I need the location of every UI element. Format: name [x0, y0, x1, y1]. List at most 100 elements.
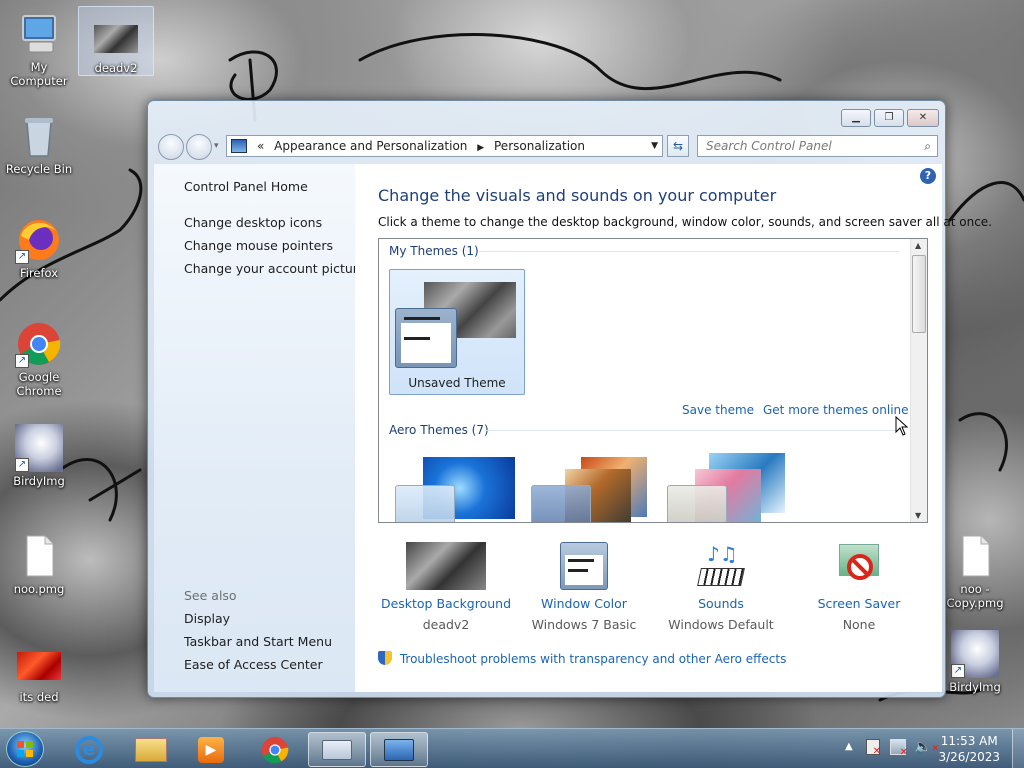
desktop-icon-chrome[interactable]: ↗ Google Chrome — [1, 316, 77, 402]
desktop-background-thumb — [406, 542, 486, 590]
page-title: Change the visuals and sounds on your co… — [378, 186, 777, 205]
shortcut-arrow-icon: ↗ — [15, 250, 29, 264]
network-icon[interactable]: ✕ — [890, 739, 908, 758]
control-panel-home-link[interactable]: Control Panel Home — [184, 179, 308, 194]
desktop-icon-noo[interactable]: noo.pmg — [1, 528, 77, 596]
unsaved-theme-tile[interactable]: Unsaved Theme — [389, 269, 525, 395]
scroll-up-arrow-icon[interactable]: ▲ — [915, 241, 921, 250]
desktop-icon-label: Firefox — [19, 266, 59, 280]
search-input[interactable]: Search Control Panel ⌕ — [697, 135, 938, 157]
window-color-value: Windows 7 Basic — [531, 617, 637, 632]
desktop-icon-label: noo.pmg — [13, 582, 65, 596]
shortcut-arrow-icon: ↗ — [951, 664, 965, 678]
change-mouse-pointers-link[interactable]: Change mouse pointers — [184, 238, 333, 253]
taskbar: e ▶ ▲ ✕ ✕ 🔈✕ 11:53 AM 3/26/2023 — [0, 728, 1024, 768]
sounds-link[interactable]: Sounds — [651, 596, 791, 611]
change-account-picture-link[interactable]: Change your account picture — [184, 261, 365, 276]
search-placeholder: Search Control Panel — [706, 139, 832, 153]
desktop-background-link[interactable]: Desktop Background — [376, 596, 516, 611]
clock[interactable]: 11:53 AM 3/26/2023 — [938, 733, 1000, 765]
desktop-icon-birdyimg[interactable]: ↗ BirdyImg — [1, 420, 77, 492]
action-center-flag-icon[interactable]: ✕ — [866, 739, 881, 757]
start-button[interactable] — [6, 731, 44, 767]
breadcrumb-personalization[interactable]: Personalization — [494, 139, 585, 153]
back-button[interactable] — [158, 134, 184, 160]
desktop-icon-deadv2[interactable]: deadv2 — [78, 6, 154, 76]
ease-of-access-link[interactable]: Ease of Access Center — [184, 657, 323, 672]
window-color-link[interactable]: Window Color — [514, 596, 654, 611]
breadcrumb-separator-icon[interactable]: ▶ — [477, 143, 484, 153]
theme-list-scrollbar[interactable]: ▲ ▼ — [910, 239, 927, 522]
control-panel-icon — [384, 739, 414, 761]
desktop-icon-label: its ded — [19, 690, 59, 704]
search-icon[interactable]: ⌕ — [924, 136, 931, 156]
clock-date: 3/26/2023 — [938, 750, 1000, 764]
desktop-icon-my-computer[interactable]: My Computer — [1, 6, 77, 88]
change-desktop-icons-link[interactable]: Change desktop icons — [184, 215, 322, 230]
personalization-window[interactable]: ▁ ❐ ✕ ▾ « Appearance and Personalization… — [147, 100, 992, 698]
taskbar-media-player-button[interactable]: ▶ — [182, 732, 240, 767]
desktop-background-setting[interactable]: Desktop Background deadv2 — [376, 542, 516, 632]
taskbar-start-menu-link[interactable]: Taskbar and Start Menu — [184, 634, 332, 649]
task-pane: Control Panel Home Change desktop icons … — [154, 164, 365, 692]
aero-theme-characters[interactable] — [665, 451, 795, 522]
troubleshoot-row[interactable]: Troubleshoot problems with transparency … — [378, 651, 786, 666]
section-divider — [479, 251, 899, 252]
taskbar-control-panel-button[interactable] — [370, 732, 428, 767]
my-themes-header: My Themes (1) — [389, 244, 479, 258]
theme-list[interactable]: My Themes (1) Unsaved Theme Save theme G… — [378, 238, 928, 523]
help-icon[interactable]: ? — [920, 168, 936, 184]
refresh-icon[interactable]: ⇆ — [667, 135, 689, 157]
sounds-setting[interactable]: ♪♫ Sounds Windows Default — [651, 542, 791, 632]
get-more-themes-link[interactable]: Get more themes online — [763, 403, 909, 417]
aero-theme-architecture[interactable] — [529, 451, 659, 522]
address-bar[interactable]: « Appearance and Personalization ▶ Perso… — [226, 135, 663, 157]
screen-saver-link[interactable]: Screen Saver — [789, 596, 929, 611]
sounds-icon: ♪♫ — [697, 542, 745, 590]
scrollbar-thumb[interactable] — [912, 255, 926, 333]
desktop-icon-noo-copy[interactable]: noo - Copy.pmg — [937, 528, 1013, 612]
aero-theme-windows7[interactable] — [393, 457, 523, 522]
desktop-icon-label: BirdyImg — [949, 680, 1001, 694]
taskbar-explorer-button[interactable] — [122, 732, 180, 767]
address-dropdown-icon[interactable]: ▼ — [651, 136, 658, 156]
troubleshoot-link[interactable]: Troubleshoot problems with transparency … — [400, 652, 787, 666]
window-color-setting[interactable]: Window Color Windows 7 Basic — [514, 542, 654, 632]
mouse-cursor-icon — [895, 416, 909, 436]
close-button[interactable]: ✕ — [907, 109, 939, 127]
maximize-button[interactable]: ❐ — [874, 109, 904, 127]
desktop-icon-its-ded[interactable]: its ded — [1, 636, 77, 704]
breadcrumb-appearance[interactable]: Appearance and Personalization — [274, 139, 467, 153]
taskbar-ie-button[interactable]: e — [60, 732, 118, 767]
show-hidden-icons-arrow-icon[interactable]: ▲ — [845, 741, 853, 752]
display-link[interactable]: Display — [184, 611, 230, 626]
screen-saver-setting[interactable]: Screen Saver None — [789, 542, 929, 632]
recent-pages-dropdown-icon[interactable]: ▾ — [214, 141, 219, 151]
address-overflow-chevron[interactable]: « — [257, 139, 264, 153]
media-player-icon: ▶ — [198, 737, 224, 763]
section-divider — [485, 430, 899, 431]
show-desktop-button[interactable] — [1012, 729, 1024, 768]
recycle-bin-icon — [15, 112, 63, 160]
forward-button[interactable] — [186, 134, 212, 160]
minimize-button[interactable]: ▁ — [841, 109, 871, 127]
control-panel-icon — [231, 139, 247, 153]
screen-saver-value: None — [842, 617, 876, 632]
shortcut-arrow-icon: ↗ — [15, 354, 29, 368]
desktop-icon-birdyimg-2[interactable]: ↗ BirdyImg — [937, 626, 1013, 698]
screen-saver-icon — [835, 542, 883, 590]
chrome-icon — [261, 736, 289, 764]
clock-time: 11:53 AM — [940, 734, 998, 748]
aero-themes-header: Aero Themes (7) — [389, 423, 489, 437]
computer-icon — [15, 10, 63, 58]
image-shortcut-icon: ↗ — [15, 424, 63, 472]
keyboard-icon — [322, 740, 352, 760]
save-theme-link[interactable]: Save theme — [682, 403, 754, 417]
scroll-down-arrow-icon[interactable]: ▼ — [915, 511, 921, 520]
taskbar-keyboard-app-button[interactable] — [308, 732, 366, 767]
taskbar-chrome-button[interactable] — [246, 732, 304, 767]
volume-muted-icon[interactable]: 🔈✕ — [914, 739, 939, 755]
internet-explorer-icon: e — [75, 736, 103, 764]
desktop-icon-recycle-bin[interactable]: Recycle Bin — [1, 108, 77, 180]
desktop-icon-firefox[interactable]: ↗ Firefox — [1, 212, 77, 284]
